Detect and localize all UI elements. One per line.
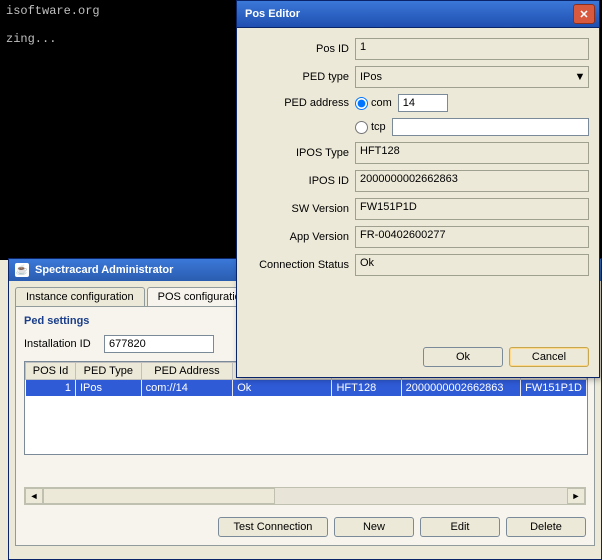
label-app-version: App Version — [247, 231, 355, 243]
pos-editor-dialog: Pos Editor ✕ Pos ID 1 PED type IPos ▼ PE… — [236, 0, 600, 378]
radio-tcp-input[interactable] — [355, 121, 368, 134]
installation-id-label: Installation ID — [24, 338, 104, 350]
radio-com-label: com — [371, 97, 392, 109]
ped-type-combo[interactable]: IPos ▼ — [355, 66, 589, 88]
cancel-button[interactable]: Cancel — [509, 347, 589, 367]
cell-connection-status: Ok — [233, 380, 332, 397]
chevron-down-icon: ▼ — [572, 71, 588, 83]
tcp-input[interactable] — [392, 118, 589, 136]
col-ped-address[interactable]: PED Address — [141, 363, 233, 380]
label-sw-version: SW Version — [247, 203, 355, 215]
close-icon[interactable]: ✕ — [573, 4, 595, 24]
field-ipos-type: HFT128 — [355, 142, 589, 164]
radio-tcp-label: tcp — [371, 121, 386, 133]
field-pos-id: 1 — [355, 38, 589, 60]
scroll-left-icon[interactable]: ◄ — [25, 488, 43, 504]
admin-button-row: Test Connection New Edit Delete — [218, 517, 586, 537]
label-ipos-type: IPOS Type — [247, 147, 355, 159]
scroll-thumb[interactable] — [43, 488, 275, 504]
label-connection-status: Connection Status — [247, 259, 355, 271]
radio-com[interactable]: com — [355, 97, 392, 110]
field-connection-status: Ok — [355, 254, 589, 276]
table-row[interactable]: 1 IPos com://14 Ok HFT128 20000000026628… — [26, 380, 587, 397]
label-ipos-id: IPOS ID — [247, 175, 355, 187]
label-ped-type: PED type — [247, 71, 355, 83]
scroll-right-icon[interactable]: ► — [567, 488, 585, 504]
field-ipos-id: 2000000002662863 — [355, 170, 589, 192]
cell-ped-address: com://14 — [141, 380, 233, 397]
dialog-body: Pos ID 1 PED type IPos ▼ PED address com… — [237, 28, 599, 276]
installation-id-input[interactable] — [104, 335, 214, 353]
dialog-title-text: Pos Editor — [245, 8, 300, 20]
admin-title-text: Spectracard Administrator — [35, 264, 173, 276]
label-ped-address: PED address — [247, 97, 355, 109]
field-sw-version: FW151P1D — [355, 198, 589, 220]
cell-pos-id: 1 — [26, 380, 76, 397]
delete-button[interactable]: Delete — [506, 517, 586, 537]
cell-ipos-id: 2000000002662863 — [401, 380, 520, 397]
new-button[interactable]: New — [334, 517, 414, 537]
cell-ipos-type: HFT128 — [332, 380, 401, 397]
cell-sw-ver: FW151P1D — [521, 380, 587, 397]
radio-tcp[interactable]: tcp — [355, 121, 386, 134]
edit-button[interactable]: Edit — [420, 517, 500, 537]
dialog-button-row: Ok Cancel — [423, 347, 589, 367]
cell-ped-type: IPos — [75, 380, 141, 397]
radio-com-input[interactable] — [355, 97, 368, 110]
ped-type-value: IPos — [360, 71, 382, 83]
col-pos-id[interactable]: POS Id — [26, 363, 76, 380]
dialog-titlebar[interactable]: Pos Editor ✕ — [237, 1, 599, 28]
tab-instance-configuration[interactable]: Instance configuration — [15, 287, 145, 306]
col-ped-type[interactable]: PED Type — [75, 363, 141, 380]
com-port-input[interactable] — [398, 94, 448, 112]
horizontal-scrollbar[interactable]: ◄ ► — [24, 487, 586, 505]
ok-button[interactable]: Ok — [423, 347, 503, 367]
field-app-version: FR-00402600277 — [355, 226, 589, 248]
label-pos-id: Pos ID — [247, 43, 355, 55]
java-icon — [15, 263, 29, 277]
test-connection-button[interactable]: Test Connection — [218, 517, 328, 537]
